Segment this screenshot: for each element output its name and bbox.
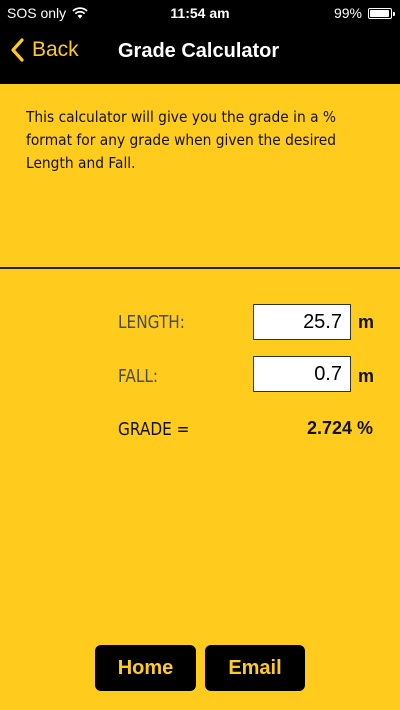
back-label: Back	[32, 38, 79, 61]
chevron-left-icon	[11, 38, 24, 62]
grade-value: 2.724 %	[306, 418, 373, 438]
home-button[interactable]: Home	[95, 645, 196, 691]
page-title: Grade Calculator	[118, 40, 280, 62]
fall-unit: m	[358, 366, 375, 386]
divider	[0, 267, 400, 269]
fall-input[interactable]	[253, 356, 351, 392]
status-bar: SOS only 11:54 am 99%	[0, 0, 400, 26]
battery-group: 99%	[333, 5, 395, 21]
battery-icon	[368, 7, 395, 19]
description-text: This calculator will give you the grade …	[26, 108, 337, 172]
battery-percent: 99%	[333, 5, 362, 21]
nav-bar: Back Grade Calculator	[0, 26, 400, 84]
back-button[interactable]: Back	[10, 38, 79, 62]
length-unit: m	[358, 312, 375, 332]
grade-label: GRADE =	[118, 419, 190, 440]
length-input[interactable]	[253, 304, 351, 340]
length-label: LENGTH:	[118, 312, 185, 333]
fall-label: FALL:	[118, 366, 159, 387]
top-bar: SOS only 11:54 am 99% Back Grade Calcula…	[0, 0, 400, 84]
email-button[interactable]: Email	[205, 645, 305, 691]
